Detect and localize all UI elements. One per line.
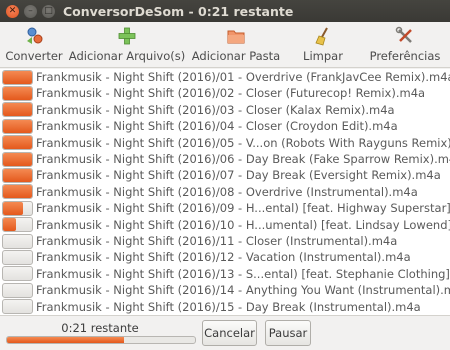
cancel-button[interactable]: Cancelar: [202, 320, 257, 346]
file-name: Frankmusik - Night Shift (2016)/14 - Any…: [36, 283, 450, 298]
minimize-icon: –: [28, 5, 33, 16]
file-progress-fill: [3, 86, 32, 100]
file-name: Frankmusik - Night Shift (2016)/09 - H..…: [36, 201, 450, 216]
file-name: Frankmusik - Night Shift (2016)/12 - Vac…: [36, 250, 411, 265]
title-bar: ✕ – □ ConversorDeSom - 0:21 restante: [0, 0, 450, 22]
file-row[interactable]: Frankmusik - Night Shift (2016)/13 - S..…: [0, 266, 450, 282]
total-progress-fill: [7, 337, 124, 343]
file-progress-fill: [3, 136, 32, 150]
window-title: ConversorDeSom - 0:21 restante: [63, 3, 294, 19]
file-name: Frankmusik - Night Shift (2016)/05 - V..…: [36, 135, 450, 150]
pause-button[interactable]: Pausar: [265, 320, 311, 346]
file-progress-fill: [3, 185, 32, 199]
file-progress-bar: [2, 233, 33, 249]
status-area: 0:21 restante Cancelar Pausar: [0, 315, 450, 350]
convert-icon: [24, 26, 44, 46]
file-progress-bar: [2, 118, 33, 134]
file-progress-bar: [2, 102, 33, 118]
file-progress-bar: [2, 184, 33, 200]
maximize-icon: □: [44, 5, 53, 16]
file-progress-fill: [3, 152, 32, 166]
app-window: ✕ – □ ConversorDeSom - 0:21 restante Con…: [0, 0, 450, 350]
file-name: Frankmusik - Night Shift (2016)/07 - Day…: [36, 168, 441, 183]
file-name: Frankmusik - Night Shift (2016)/06 - Day…: [36, 152, 450, 166]
maximize-window-button[interactable]: □: [42, 4, 55, 18]
file-row[interactable]: Frankmusik - Night Shift (2016)/04 - Clo…: [0, 118, 450, 134]
file-progress-bar: [2, 266, 33, 282]
toolbar: Converter Adicionar Arquivo(s) Adicionar…: [0, 22, 450, 68]
file-row[interactable]: Frankmusik - Night Shift (2016)/01 - Ove…: [0, 69, 450, 85]
file-progress-bar: [2, 299, 33, 315]
file-row[interactable]: Frankmusik - Night Shift (2016)/14 - Any…: [0, 282, 450, 298]
file-progress-fill: [3, 119, 32, 133]
file-name: Frankmusik - Night Shift (2016)/15 - Day…: [36, 299, 421, 314]
file-name: Frankmusik - Night Shift (2016)/13 - S..…: [36, 266, 450, 281]
clear-button[interactable]: Limpar: [286, 22, 360, 68]
file-progress-bar: [2, 135, 33, 151]
file-row[interactable]: Frankmusik - Night Shift (2016)/06 - Day…: [0, 151, 450, 167]
file-progress-bar: [2, 200, 33, 216]
file-progress-fill: [3, 218, 17, 232]
clear-label: Limpar: [303, 49, 343, 63]
file-list[interactable]: Frankmusik - Night Shift (2016)/01 - Ove…: [0, 69, 450, 315]
file-name: Frankmusik - Night Shift (2016)/10 - H..…: [36, 217, 450, 232]
file-row[interactable]: Frankmusik - Night Shift (2016)/07 - Day…: [0, 167, 450, 183]
file-progress-bar: [2, 217, 33, 233]
file-row[interactable]: Frankmusik - Night Shift (2016)/02 - Clo…: [0, 85, 450, 101]
file-row[interactable]: Frankmusik - Night Shift (2016)/15 - Day…: [0, 299, 450, 315]
file-row[interactable]: Frankmusik - Night Shift (2016)/09 - H..…: [0, 200, 450, 216]
add-files-button[interactable]: Adicionar Arquivo(s): [68, 22, 186, 68]
file-progress-fill: [3, 103, 32, 117]
file-row[interactable]: Frankmusik - Night Shift (2016)/11 - Clo…: [0, 233, 450, 249]
file-progress-bar: [2, 249, 33, 265]
add-folder-button[interactable]: Adicionar Pasta: [186, 22, 286, 68]
folder-icon: [226, 26, 246, 46]
file-name: Frankmusik - Night Shift (2016)/04 - Clo…: [36, 119, 398, 134]
add-files-label: Adicionar Arquivo(s): [68, 49, 186, 63]
file-name: Frankmusik - Night Shift (2016)/02 - Clo…: [36, 86, 426, 101]
close-window-button[interactable]: ✕: [6, 4, 19, 18]
minimize-window-button[interactable]: –: [24, 4, 37, 18]
broom-icon: [313, 26, 333, 46]
file-progress-bar: [2, 69, 33, 85]
add-folder-label: Adicionar Pasta: [191, 49, 281, 63]
file-progress-bar: [2, 167, 33, 183]
time-remaining-text: 0:21 restante: [61, 321, 139, 335]
convert-button[interactable]: Converter: [0, 22, 68, 68]
file-row[interactable]: Frankmusik - Night Shift (2016)/12 - Vac…: [0, 249, 450, 265]
close-icon: ✕: [8, 5, 17, 16]
file-progress-bar: [2, 85, 33, 101]
file-name: Frankmusik - Night Shift (2016)/03 - Clo…: [36, 102, 395, 117]
file-row[interactable]: Frankmusik - Night Shift (2016)/05 - V..…: [0, 135, 450, 151]
file-progress-fill: [3, 201, 24, 215]
preferences-button[interactable]: Preferências: [360, 22, 450, 68]
file-progress-bar: [2, 151, 33, 167]
file-row[interactable]: Frankmusik - Night Shift (2016)/08 - Ove…: [0, 184, 450, 200]
preferences-label: Preferências: [369, 49, 441, 63]
convert-label: Converter: [5, 49, 63, 63]
file-row[interactable]: Frankmusik - Night Shift (2016)/03 - Clo…: [0, 102, 450, 118]
file-row[interactable]: Frankmusik - Night Shift (2016)/10 - H..…: [0, 217, 450, 233]
tools-icon: [395, 26, 415, 46]
total-progress-bar: [6, 336, 196, 344]
file-progress-bar: [2, 282, 33, 298]
file-progress-fill: [3, 168, 32, 182]
add-file-icon: [117, 26, 137, 46]
file-name: Frankmusik - Night Shift (2016)/11 - Clo…: [36, 234, 398, 248]
file-name: Frankmusik - Night Shift (2016)/01 - Ove…: [36, 70, 450, 84]
file-name: Frankmusik - Night Shift (2016)/08 - Ove…: [36, 184, 418, 199]
file-progress-fill: [3, 70, 32, 84]
